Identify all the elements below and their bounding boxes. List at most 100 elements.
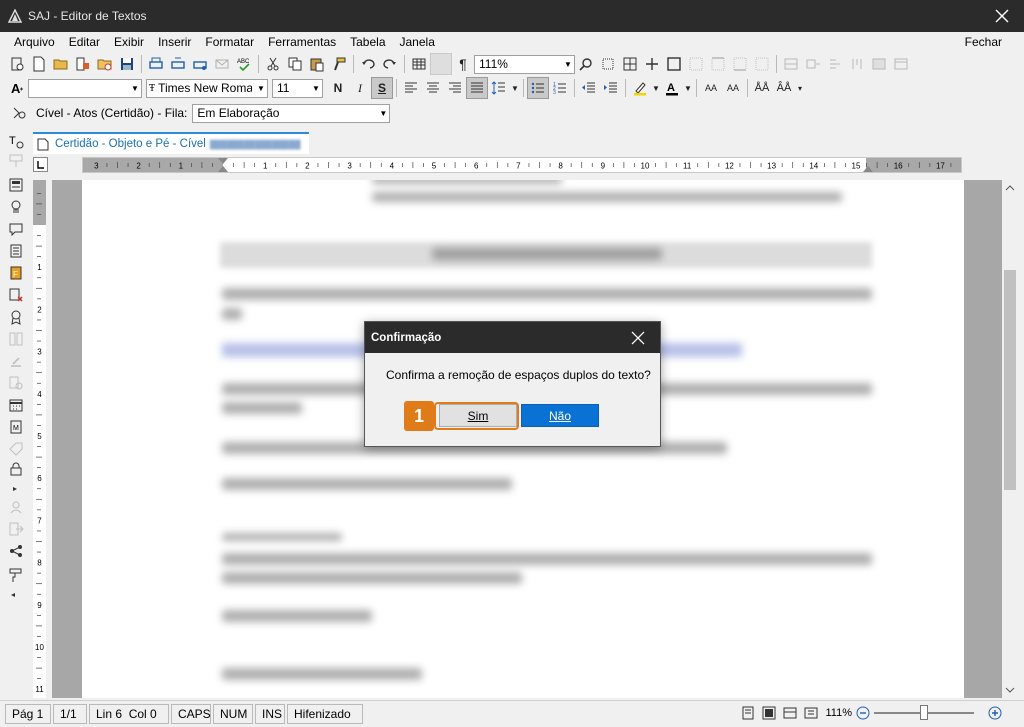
zoom-icon[interactable] — [575, 53, 597, 75]
menu-editar[interactable]: Editar — [62, 35, 107, 49]
table-bottom-border-icon[interactable] — [729, 53, 751, 75]
menu-exibir[interactable]: Exibir — [107, 35, 151, 49]
scroll-up-icon[interactable] — [1002, 182, 1018, 194]
bullet-list-icon[interactable] — [527, 77, 549, 99]
new-from-template-icon[interactable] — [6, 53, 28, 75]
table-left-border-icon[interactable] — [751, 53, 773, 75]
print-setup-icon[interactable] — [189, 53, 211, 75]
format-painter-icon[interactable] — [328, 53, 350, 75]
font-size-select[interactable]: 11 ▼ — [272, 78, 323, 98]
chevron-down-icon[interactable]: ▾ — [795, 77, 805, 99]
dialog-close-icon[interactable] — [630, 330, 646, 346]
print-preview-icon[interactable] — [167, 53, 189, 75]
copy-icon[interactable] — [284, 53, 306, 75]
page-view-icon[interactable] — [740, 705, 756, 721]
search-document-icon[interactable] — [8, 375, 24, 391]
caret-right-icon[interactable] — [12, 481, 18, 497]
merge-cells-icon[interactable] — [780, 53, 802, 75]
award-icon[interactable] — [8, 309, 24, 325]
print-icon[interactable] — [145, 53, 167, 75]
scrollbar-thumb[interactable] — [1004, 270, 1016, 490]
table-top-border-icon[interactable] — [707, 53, 729, 75]
document-tab[interactable]: Certidão - Objeto e Pé - Cível █████████… — [33, 132, 309, 154]
list-document-icon[interactable] — [8, 243, 24, 259]
chevron-down-icon[interactable]: ▼ — [683, 77, 693, 99]
split-cells-icon[interactable] — [802, 53, 824, 75]
line-spacing-icon[interactable] — [488, 77, 510, 99]
insert-row-icon[interactable] — [846, 53, 868, 75]
merge-fields-icon[interactable] — [8, 199, 24, 215]
paint-roller-icon[interactable] — [8, 567, 24, 583]
first-indent-marker[interactable] — [218, 158, 228, 164]
cut-icon[interactable] — [262, 53, 284, 75]
style-icon[interactable]: A — [6, 77, 28, 99]
align-justify-icon[interactable] — [466, 77, 488, 99]
right-indent-marker[interactable] — [863, 166, 873, 172]
export-icon[interactable] — [8, 521, 24, 537]
web-view-icon[interactable] — [803, 705, 819, 721]
vertical-scrollbar[interactable] — [1002, 180, 1018, 698]
zoom-select[interactable]: 111% ▼ — [474, 54, 575, 74]
menu-arquivo[interactable]: Arquivo — [0, 35, 62, 49]
queue-select[interactable]: Em Elaboração ▼ — [192, 103, 391, 123]
menu-ferramentas[interactable]: Ferramentas — [261, 35, 343, 49]
table-outer-border-icon[interactable] — [663, 53, 685, 75]
highlight-color-icon[interactable] — [629, 77, 651, 99]
paste-icon[interactable] — [306, 53, 328, 75]
shrink-font-icon[interactable]: ÂÅ — [773, 77, 795, 99]
lowercase-icon[interactable]: AA — [722, 77, 744, 99]
uppercase-icon[interactable]: AA — [700, 77, 722, 99]
caret-left-icon[interactable] — [10, 587, 16, 603]
comment-icon[interactable] — [8, 221, 24, 237]
align-right-icon[interactable] — [444, 77, 466, 99]
left-indent-marker[interactable] — [218, 166, 228, 172]
chevron-down-icon[interactable]: ▼ — [510, 77, 520, 99]
open-folder-icon[interactable] — [50, 53, 72, 75]
chevron-down-icon[interactable]: ▼ — [651, 77, 661, 99]
insert-column-icon[interactable] — [824, 53, 846, 75]
text-style-icon[interactable]: T — [8, 133, 24, 149]
form-fields-icon[interactable] — [8, 177, 24, 193]
menu-janela[interactable]: Janela — [393, 35, 442, 49]
table-options-icon[interactable] — [890, 53, 912, 75]
increase-indent-icon[interactable] — [600, 77, 622, 99]
bold-button[interactable]: N — [327, 77, 349, 99]
menu-inserir[interactable]: Inserir — [151, 35, 198, 49]
redo-icon[interactable] — [379, 53, 401, 75]
align-center-icon[interactable] — [422, 77, 444, 99]
no-button[interactable]: Não — [521, 404, 599, 427]
paragraph-marks-icon[interactable]: ¶ — [452, 53, 474, 75]
share-icon[interactable] — [8, 543, 24, 559]
zoom-slider[interactable] — [874, 705, 974, 720]
document-error-icon[interactable] — [8, 287, 24, 303]
fechar-button[interactable]: Fechar — [965, 35, 1002, 49]
decrease-indent-icon[interactable] — [578, 77, 600, 99]
signature-icon[interactable] — [8, 499, 24, 515]
table-grid-toggle-icon[interactable] — [430, 53, 452, 75]
menu-formatar[interactable]: Formatar — [198, 35, 261, 49]
horizontal-ruler[interactable]: 3 2 1 1 2 3 4 5 6 7 8 9 10 11 12 13 14 15 16 17 — [82, 157, 962, 173]
gavel-icon[interactable] — [8, 353, 24, 369]
tab-stop-selector[interactable] — [33, 157, 48, 172]
insert-table-icon[interactable] — [408, 53, 430, 75]
page-break-icon[interactable]: M — [8, 419, 24, 435]
style-select[interactable]: ▼ — [28, 78, 142, 98]
save-icon[interactable] — [116, 53, 138, 75]
scroll-down-icon[interactable] — [1002, 684, 1018, 696]
calendar-icon[interactable] — [8, 397, 24, 413]
layout-icon[interactable] — [8, 153, 24, 169]
italic-button[interactable]: I — [349, 77, 371, 99]
two-page-view-icon[interactable] — [782, 705, 798, 721]
full-page-view-icon[interactable] — [761, 705, 777, 721]
table-no-border-icon[interactable] — [685, 53, 707, 75]
zoom-in-icon[interactable] — [988, 706, 1002, 720]
font-color-icon[interactable]: A — [661, 77, 683, 99]
lock-icon[interactable] — [8, 461, 24, 477]
numbered-list-icon[interactable]: 123 — [549, 77, 571, 99]
email-icon[interactable] — [211, 53, 233, 75]
columns-icon[interactable] — [8, 331, 24, 347]
grow-font-icon[interactable]: ÅÅ — [751, 77, 773, 99]
font-select[interactable]: Ŧ Times New Roman ▼ — [146, 78, 268, 98]
new-document-icon[interactable] — [28, 53, 50, 75]
menu-tabela[interactable]: Tabela — [343, 35, 392, 49]
